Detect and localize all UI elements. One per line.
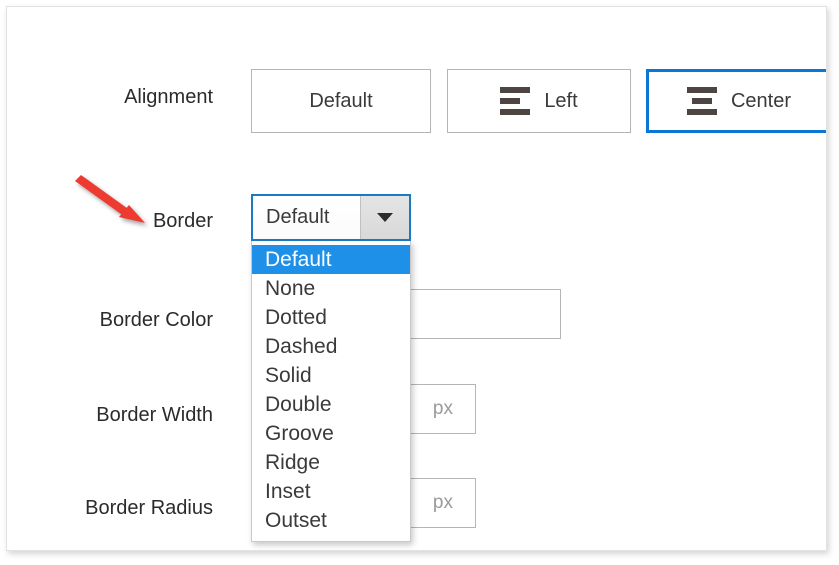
border-style-option[interactable]: Outset bbox=[252, 506, 410, 535]
border-style-option[interactable]: Inset bbox=[252, 477, 410, 506]
border-style-option[interactable]: Dotted bbox=[252, 303, 410, 332]
settings-panel: Alignment Default Left Center Border Bor… bbox=[6, 6, 827, 551]
alignment-option-center-label: Center bbox=[730, 90, 792, 112]
border-label: Border bbox=[152, 210, 213, 232]
alignment-option-left[interactable]: Left bbox=[447, 69, 631, 133]
border-style-option[interactable]: Dashed bbox=[252, 332, 410, 361]
border-style-option[interactable]: Double bbox=[252, 390, 410, 419]
border-style-option[interactable]: Default bbox=[252, 245, 410, 274]
alignment-option-default[interactable]: Default bbox=[251, 69, 431, 133]
border-style-option[interactable]: Solid bbox=[252, 361, 410, 390]
border-color-label: Border Color bbox=[99, 309, 213, 331]
border-style-option[interactable]: Groove bbox=[252, 419, 410, 448]
alignment-option-center[interactable]: Center bbox=[646, 69, 826, 133]
chevron-down-icon bbox=[377, 213, 393, 222]
border-style-select-value: Default bbox=[253, 196, 360, 239]
border-style-option[interactable]: Ridge bbox=[252, 448, 410, 477]
border-style-select[interactable]: Default bbox=[251, 194, 411, 241]
border-width-label: Border Width bbox=[96, 404, 213, 426]
align-left-icon bbox=[500, 87, 531, 115]
alignment-option-left-label: Left bbox=[544, 90, 578, 112]
alignment-option-default-label: Default bbox=[309, 90, 373, 112]
border-style-select-button[interactable] bbox=[360, 196, 409, 239]
border-radius-label: Border Radius bbox=[85, 497, 213, 519]
alignment-label: Alignment bbox=[124, 86, 213, 108]
align-center-icon bbox=[686, 87, 717, 115]
border-style-option-list[interactable]: Default None Dotted Dashed Solid Double Groove… bbox=[251, 241, 411, 542]
border-style-option[interactable]: None bbox=[252, 274, 410, 303]
